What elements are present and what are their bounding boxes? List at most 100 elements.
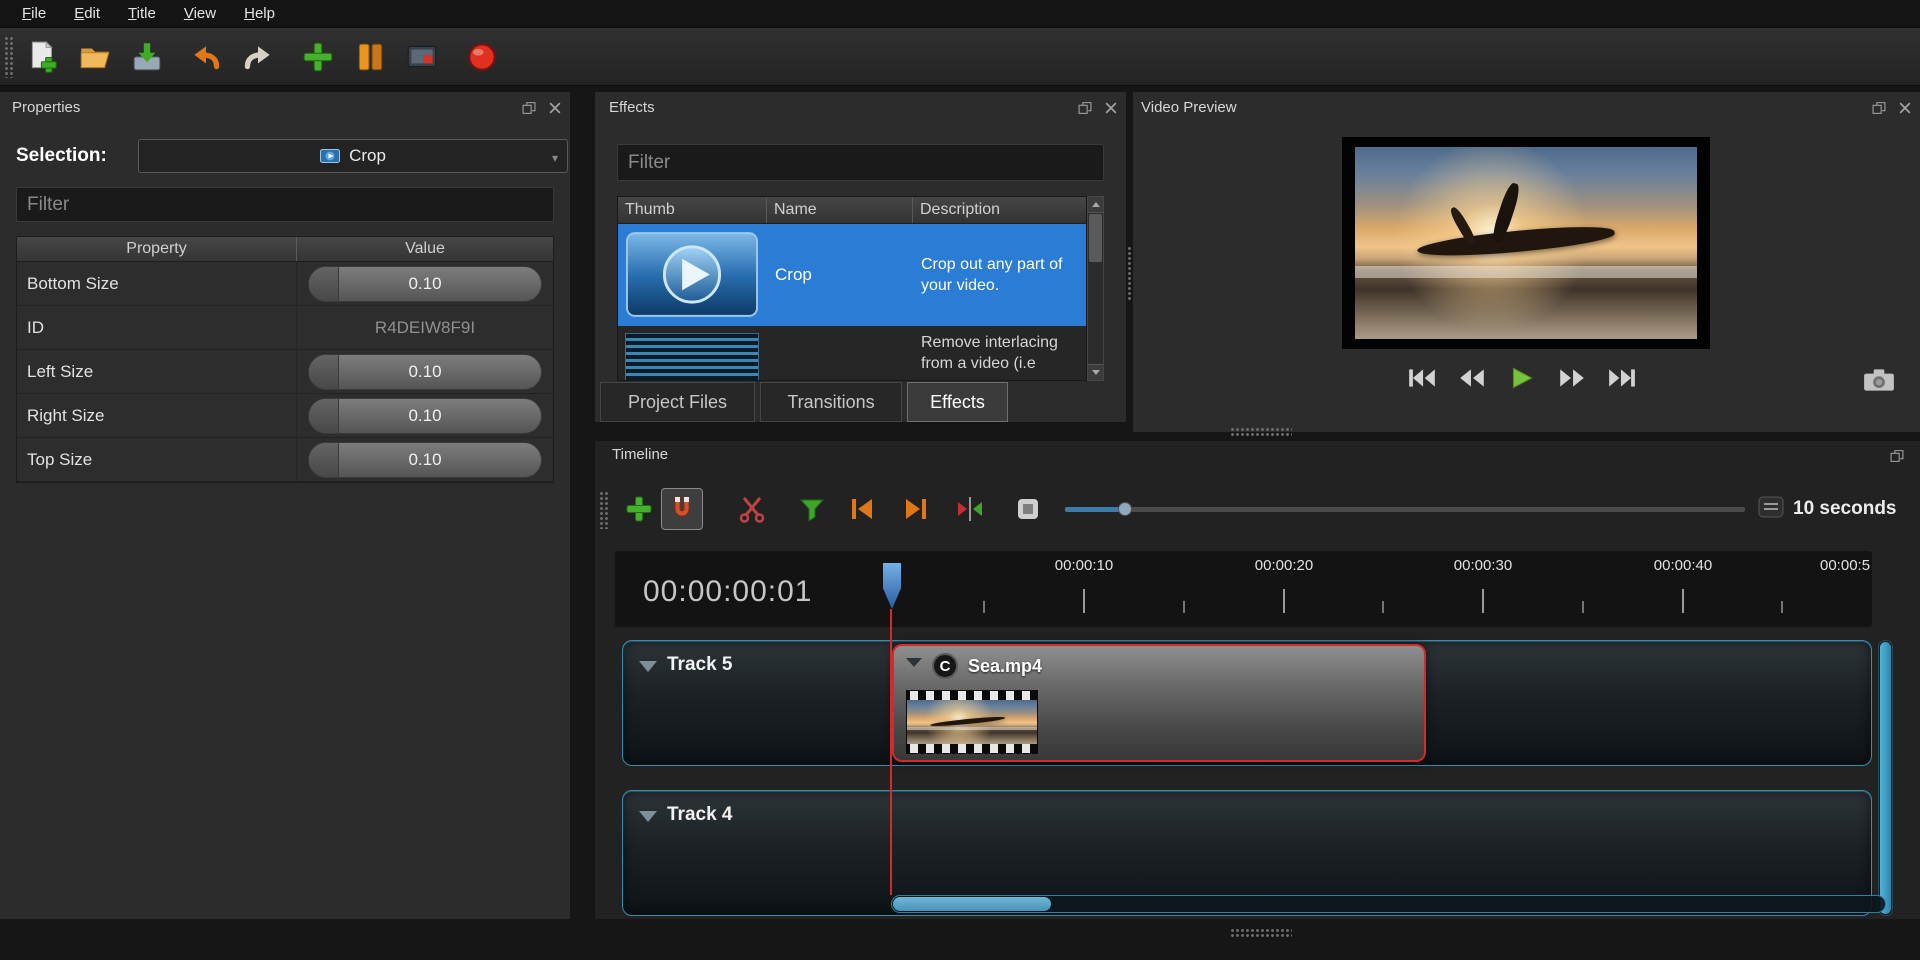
column-header-name[interactable]: Name [767, 197, 913, 223]
clip-sea-mp4[interactable]: C Sea.mp4 [892, 644, 1426, 762]
clip-chevron-icon[interactable] [906, 658, 922, 667]
column-header-value[interactable]: Value [297, 237, 553, 261]
razor-tool-button[interactable] [733, 490, 771, 528]
play-button[interactable] [1503, 364, 1541, 392]
menu-title[interactable]: Title [114, 1, 170, 26]
menu-view[interactable]: View [170, 1, 230, 26]
close-panel-button[interactable] [1896, 101, 1914, 116]
timeline-vertical-scrollbar[interactable] [1878, 640, 1893, 916]
clip-effect-badge[interactable]: C [932, 653, 958, 679]
h-scrollbar-thumb[interactable] [893, 897, 1051, 911]
effect-row-deinterlace[interactable]: Remove interlacing from a video (i.e [618, 326, 1086, 381]
property-row-id[interactable]: ID R4DEIW8F9I [17, 306, 553, 350]
float-panel-button[interactable] [520, 101, 538, 116]
properties-table: Property Value Bottom Size 0.10 ID R4DEI… [16, 236, 554, 483]
jump-to-end-button[interactable] [1603, 364, 1641, 392]
add-track-icon [623, 493, 655, 525]
bottom-size-slider[interactable]: 0.10 [308, 266, 542, 302]
timeline-ruler[interactable]: 00:00:00:01 00:00:10 00:00:20 00:00:30 0… [615, 551, 1872, 627]
timeline-horizontal-scrollbar[interactable] [891, 895, 1886, 913]
selection-dropdown[interactable]: Crop ▾ [138, 139, 568, 173]
float-panel-button[interactable] [1076, 101, 1094, 116]
v-scrollbar-thumb[interactable] [1880, 642, 1891, 914]
fullscreen-icon [404, 39, 440, 75]
import-files-button[interactable] [297, 36, 339, 78]
panel-splitter-handle[interactable] [1230, 427, 1292, 436]
rewind-button[interactable] [1453, 364, 1491, 392]
scroll-down-button[interactable] [1088, 364, 1103, 380]
right-size-slider[interactable]: 0.10 [308, 398, 542, 434]
effect-description: Remove interlacing from a video (i.e [913, 326, 1086, 381]
top-size-slider[interactable]: 0.10 [308, 442, 542, 478]
export-video-button[interactable] [461, 36, 503, 78]
tab-transitions[interactable]: Transitions [760, 382, 902, 422]
property-row-right-size[interactable]: Right Size 0.10 [17, 394, 553, 438]
column-header-property[interactable]: Property [17, 237, 297, 261]
new-project-icon [25, 39, 61, 75]
save-frame-button[interactable] [1860, 366, 1898, 394]
panel-splitter-handle[interactable] [1230, 928, 1292, 937]
scissors-icon [736, 493, 768, 525]
track-collapse-chevron-icon[interactable] [639, 661, 657, 672]
open-project-button[interactable] [74, 36, 116, 78]
fast-forward-icon [1557, 367, 1587, 389]
current-time-display: 00:00:00:01 [643, 575, 812, 609]
snapping-toggle-button[interactable] [661, 488, 703, 530]
property-row-left-size[interactable]: Left Size 0.10 [17, 350, 553, 394]
jump-to-start-button[interactable] [1403, 364, 1441, 392]
scrollbar-thumb[interactable] [1089, 214, 1102, 262]
zoom-fit-button[interactable] [1009, 490, 1047, 528]
track-row[interactable]: Track 5 C Sea.mp4 [622, 640, 1872, 766]
column-header-description[interactable]: Description [913, 197, 1086, 223]
ruler-tick [1183, 601, 1185, 613]
effects-table-header: Thumb Name Description [618, 197, 1086, 224]
float-panel-button[interactable] [1888, 449, 1906, 464]
effects-filter-input[interactable] [617, 144, 1104, 181]
column-header-thumb[interactable]: Thumb [618, 197, 767, 223]
timeline-zoom-slider[interactable] [1065, 507, 1745, 512]
properties-panel: Properties Selection: Crop ▾ Property Va… [0, 92, 570, 919]
deinterlace-effect-thumbnail [625, 333, 759, 381]
zoom-scale-label[interactable]: 10 seconds [1793, 498, 1897, 520]
close-panel-button[interactable] [546, 101, 564, 116]
next-marker-button[interactable] [897, 490, 935, 528]
toolbar-drag-handle[interactable] [4, 36, 14, 78]
previous-marker-button[interactable] [843, 490, 881, 528]
save-project-button[interactable] [126, 36, 168, 78]
menu-edit[interactable]: Edit [60, 1, 114, 26]
rewind-icon [1457, 367, 1487, 389]
effects-panel-title: Effects [609, 99, 655, 116]
magnet-icon [666, 493, 698, 525]
tab-effects[interactable]: Effects [907, 382, 1008, 422]
close-panel-button[interactable] [1102, 101, 1120, 116]
center-playhead-button[interactable] [951, 490, 989, 528]
zoom-scale-icon [1758, 495, 1784, 519]
add-marker-button[interactable] [793, 490, 831, 528]
properties-filter-input[interactable] [16, 187, 554, 222]
undo-button[interactable] [185, 36, 227, 78]
menu-help[interactable]: Help [230, 1, 289, 26]
choose-profile-icon [352, 39, 388, 75]
new-project-button[interactable] [22, 36, 64, 78]
arrow-down-icon [1092, 370, 1100, 375]
undo-icon [188, 39, 224, 75]
menu-file[interactable]: File [8, 1, 60, 26]
scroll-up-button[interactable] [1088, 197, 1103, 213]
property-row-top-size[interactable]: Top Size 0.10 [17, 438, 553, 482]
playhead-marker[interactable] [883, 563, 901, 609]
tab-project-files[interactable]: Project Files [600, 382, 755, 422]
property-row-bottom-size[interactable]: Bottom Size 0.10 [17, 262, 553, 306]
track-collapse-chevron-icon[interactable] [639, 811, 657, 822]
ruler-tick [983, 601, 985, 613]
redo-button[interactable] [237, 36, 279, 78]
timeline-toolbar-drag-handle[interactable] [599, 491, 608, 529]
zoom-slider-thumb[interactable] [1118, 502, 1132, 516]
fast-forward-button[interactable] [1553, 364, 1591, 392]
left-size-slider[interactable]: 0.10 [308, 354, 542, 390]
float-panel-button[interactable] [1870, 101, 1888, 116]
effect-row-crop[interactable]: Crop Crop out any part of your video. [618, 224, 1086, 326]
add-track-button[interactable] [620, 490, 658, 528]
effects-scrollbar[interactable] [1087, 196, 1104, 381]
fullscreen-button[interactable] [401, 36, 443, 78]
choose-profile-button[interactable] [349, 36, 391, 78]
